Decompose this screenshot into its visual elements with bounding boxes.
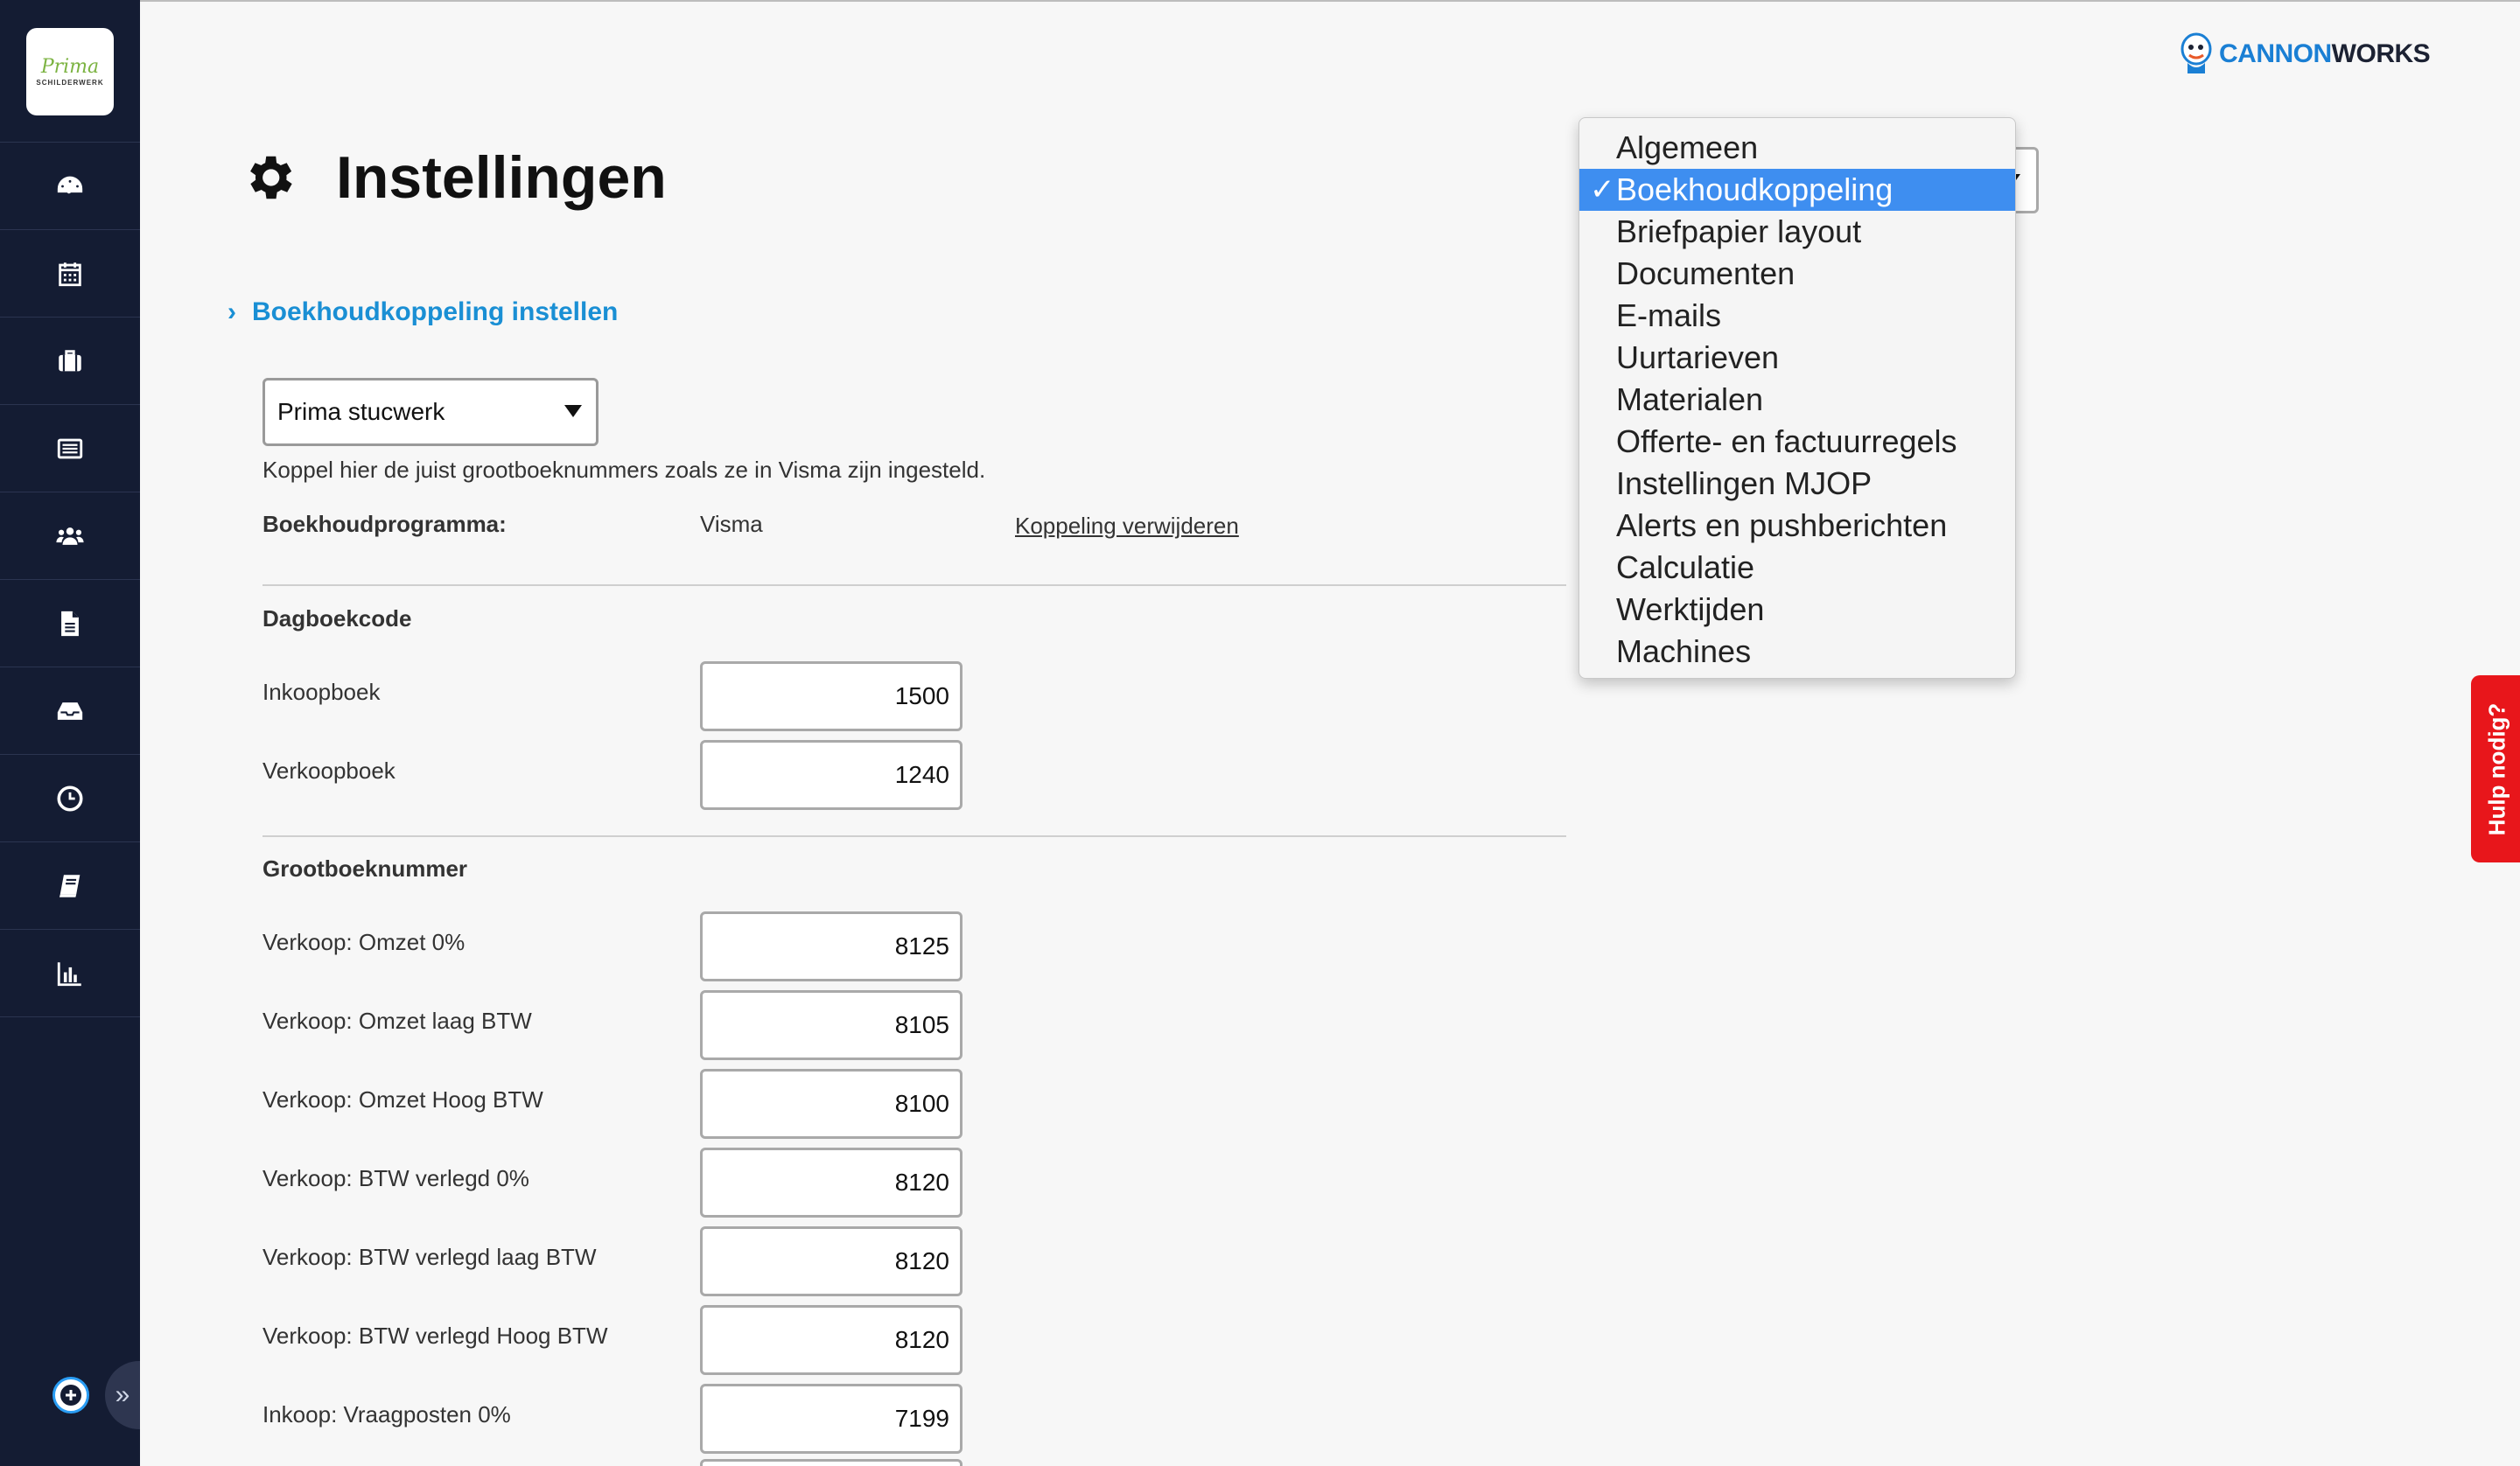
settings-option-emails[interactable]: E-mails xyxy=(1579,295,2015,337)
settings-option-werktijden[interactable]: Werktijden xyxy=(1579,589,2015,631)
verkoopboek-label: Verkoopboek xyxy=(262,757,396,784)
grootboek-input-verlegd-0[interactable] xyxy=(700,1148,962,1218)
section-toggle-boekhoudkoppeling[interactable]: › Boekhoudkoppeling instellen xyxy=(228,297,618,327)
company-logo[interactable]: Prima SCHILDERWERK xyxy=(26,28,114,115)
program-label: Boekhoudprogramma: xyxy=(262,511,507,537)
settings-option-offerte-factuurregels[interactable]: Offerte- en factuurregels xyxy=(1579,421,2015,463)
cannonworks-logo: CANNON WORKS xyxy=(2179,30,2431,79)
settings-option-algemeen[interactable]: Algemeen xyxy=(1579,127,2015,169)
section-link-label: Boekhoudkoppeling instellen xyxy=(252,297,619,326)
top-border xyxy=(0,0,2520,2)
page-header: Instellingen xyxy=(240,143,667,212)
grootboek-label-omzet-laag: Verkoop: Omzet laag BTW xyxy=(262,1008,532,1034)
sidebar-item-projects[interactable] xyxy=(0,318,140,405)
grootboek-label-verlegd-hoog: Verkoop: BTW verlegd Hoog BTW xyxy=(262,1323,608,1349)
plus-icon xyxy=(60,1385,81,1406)
help-tab-label: Hulp nodig? xyxy=(2483,702,2510,835)
grootboek-input-omzet-laag[interactable] xyxy=(700,990,962,1060)
mascot-icon xyxy=(2180,32,2212,73)
double-chevron-right-icon: » xyxy=(115,1380,130,1409)
sidebar-item-knowledge[interactable] xyxy=(0,842,140,930)
clock-icon xyxy=(57,785,83,812)
chevron-right-icon: › xyxy=(228,297,236,326)
help-text: Koppel hier de juist grootboeknummers zo… xyxy=(262,457,986,483)
sidebar-item-lists[interactable] xyxy=(0,405,140,492)
company-select-value: Prima stucwerk xyxy=(277,398,445,425)
sidebar-item-calendar[interactable] xyxy=(0,230,140,318)
settings-option-mjop[interactable]: Instellingen MJOP xyxy=(1579,463,2015,505)
page-title: Instellingen xyxy=(336,144,667,211)
sidebar-item-documents[interactable] xyxy=(0,580,140,667)
gear-icon xyxy=(250,156,292,199)
sidebar-nav xyxy=(0,142,140,1017)
briefcase-icon xyxy=(59,349,81,371)
grootboek-heading: Grootboeknummer xyxy=(262,855,468,882)
settings-option-alerts[interactable]: Alerts en pushberichten xyxy=(1579,505,2015,547)
divider xyxy=(262,584,1566,586)
grootboek-label-omzet-hoog: Verkoop: Omzet Hoog BTW xyxy=(262,1086,543,1113)
sidebar-item-hours[interactable] xyxy=(0,755,140,842)
grootboek-input-verlegd-hoog[interactable] xyxy=(700,1305,962,1375)
document-icon xyxy=(61,611,79,636)
grootboek-input-omzet-0[interactable] xyxy=(700,911,962,981)
settings-option-documenten[interactable]: Documenten xyxy=(1579,253,2015,295)
brand-cannon: CANNON xyxy=(2219,39,2332,68)
dashboard-icon xyxy=(57,176,83,193)
grootboek-label-omzet-0: Verkoop: Omzet 0% xyxy=(262,929,466,955)
divider xyxy=(262,835,1566,837)
chart-icon xyxy=(57,961,81,986)
verkoopboek-input[interactable] xyxy=(700,740,962,810)
settings-option-machines[interactable]: Machines xyxy=(1579,631,2015,673)
add-button[interactable] xyxy=(52,1377,89,1414)
company-select[interactable]: Prima stucwerk xyxy=(262,378,598,446)
users-icon xyxy=(56,527,84,545)
brand-works: WORKS xyxy=(2331,39,2431,68)
settings-option-label: Boekhoudkoppeling xyxy=(1616,171,1894,207)
settings-option-calculatie[interactable]: Calculatie xyxy=(1579,547,2015,589)
settings-option-materialen[interactable]: Materialen xyxy=(1579,379,2015,421)
grootboek-input-vraagposten-0[interactable] xyxy=(700,1384,962,1454)
checkmark-icon: ✓ xyxy=(1590,173,1615,206)
remove-connection-link[interactable]: Koppeling verwijderen xyxy=(1015,513,1239,540)
inkoopboek-input[interactable] xyxy=(700,661,962,731)
logo-main-text: Prima xyxy=(40,55,100,78)
grootboek-input-verlegd-laag[interactable] xyxy=(700,1226,962,1296)
help-tab[interactable]: Hulp nodig? xyxy=(2471,675,2520,862)
inkoopboek-label: Inkoopboek xyxy=(262,679,381,705)
grootboek-label-verlegd-0: Verkoop: BTW verlegd 0% xyxy=(262,1165,529,1191)
grootboek-input-omzet-hoog[interactable] xyxy=(700,1069,962,1139)
settings-section-dropdown: Algemeen ✓ Boekhoudkoppeling Briefpapier… xyxy=(1578,117,2016,679)
settings-option-boekhoudkoppeling[interactable]: ✓ Boekhoudkoppeling xyxy=(1579,169,2015,211)
settings-option-briefpapier[interactable]: Briefpapier layout xyxy=(1579,211,2015,253)
sidebar-item-dashboard[interactable] xyxy=(0,143,140,230)
grootboek-label-vraagposten-0: Inkoop: Vraagposten 0% xyxy=(262,1401,511,1428)
sidebar-item-inbox[interactable] xyxy=(0,667,140,755)
settings-option-uurtarieven[interactable]: Uurtarieven xyxy=(1579,337,2015,379)
calendar-icon xyxy=(59,262,81,286)
grootboek-label-verlegd-laag: Verkoop: BTW verlegd laag BTW xyxy=(262,1244,597,1270)
logo-sub-text: SCHILDERWERK xyxy=(36,78,104,87)
sidebar-item-reports[interactable] xyxy=(0,930,140,1017)
list-icon xyxy=(57,438,83,458)
grootboek-input-next[interactable] xyxy=(700,1459,962,1466)
book-icon xyxy=(59,874,80,897)
program-value: Visma xyxy=(700,511,763,537)
caret-down-icon xyxy=(564,405,582,417)
sidebar-item-relations[interactable] xyxy=(0,492,140,580)
inbox-icon xyxy=(57,702,83,720)
sidebar: Prima SCHILDERWERK xyxy=(0,0,140,1466)
dagboek-heading: Dagboekcode xyxy=(262,605,412,632)
